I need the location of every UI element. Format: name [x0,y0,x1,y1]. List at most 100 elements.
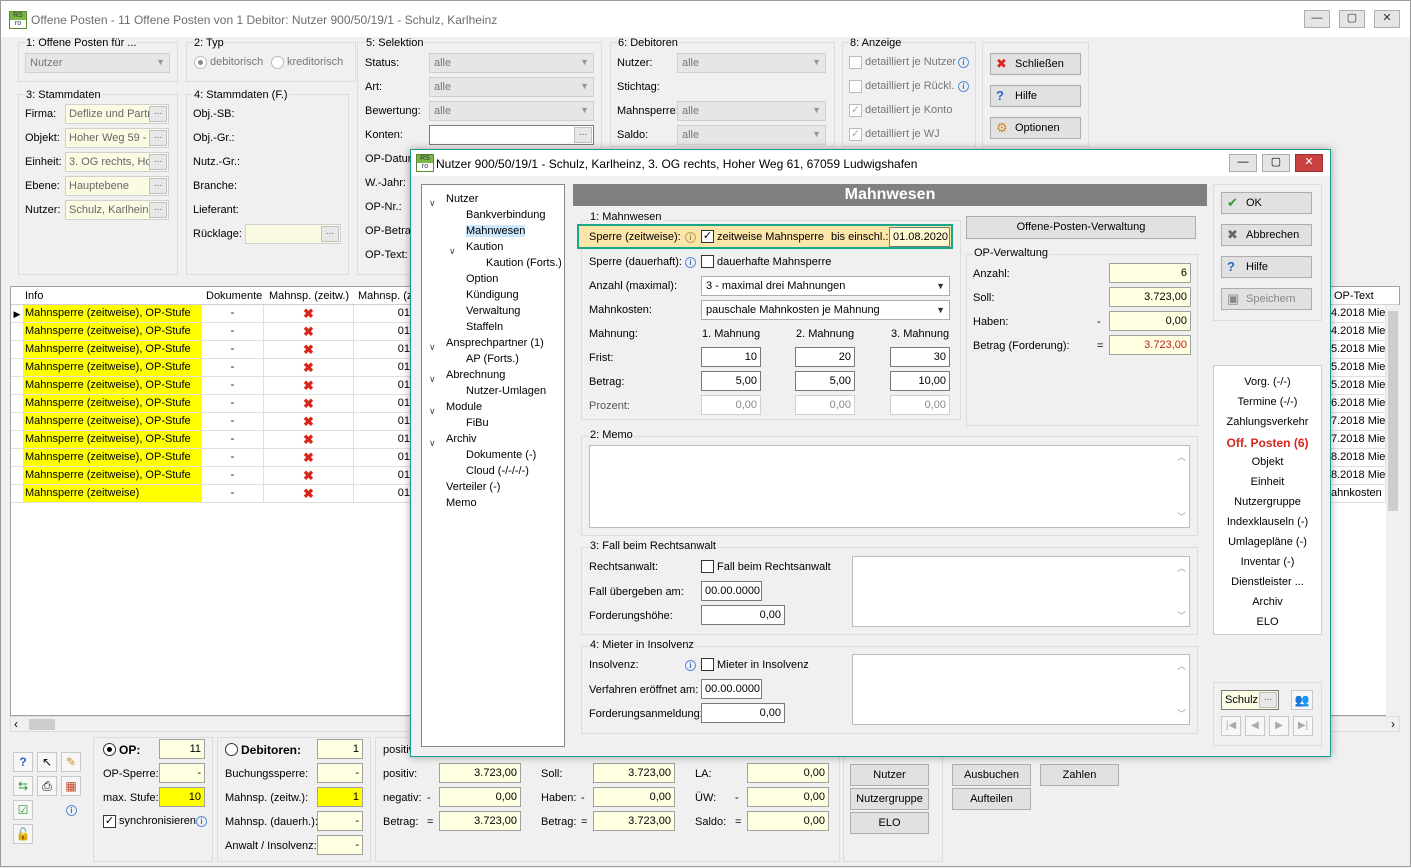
nav-link[interactable]: Archiv [1214,596,1321,608]
op-for-select[interactable]: Nutzer ▼ [25,53,170,73]
next-record-icon[interactable]: ▶ [1269,716,1289,736]
frist-1-input[interactable]: 10 [701,347,761,367]
prozent-3-input[interactable]: 0,00 [890,395,950,415]
chevron-down-icon[interactable]: ∨ [429,406,436,417]
optionen-button[interactable]: ⚙ Optionen [990,117,1081,139]
detail-wj-checkbox[interactable]: ✓ [849,128,862,141]
tree-item[interactable]: Verwaltung [466,305,520,317]
tree-item[interactable]: Kündigung [466,289,519,301]
nav-link[interactable]: Indexklauseln (-) [1214,516,1321,528]
nutzer-field[interactable]: Schulz, Karlheinz... [65,200,169,220]
tree-item[interactable]: Archiv [446,433,477,445]
frist-2-input[interactable]: 20 [795,347,855,367]
nav-link[interactable]: Objekt [1214,456,1321,468]
schliessen-button[interactable]: ✖ Schließen [990,53,1081,75]
chevron-down-icon[interactable]: ﹀ [1177,707,1186,720]
chevron-right-icon[interactable]: › [1391,717,1395,731]
tree-item[interactable]: Kaution (Forts.) [486,257,562,269]
insolvenz-checkbox[interactable] [701,658,714,671]
chevron-down-icon[interactable]: ﹀ [1177,609,1186,622]
sync-checkbox[interactable]: ✓ [103,815,116,828]
users-icon[interactable]: 👥 [1291,690,1313,710]
browse-button[interactable]: ... [574,127,592,143]
tree-item[interactable]: Nutzer [446,193,478,205]
dialog-hilfe-button[interactable]: ? Hilfe [1221,256,1312,278]
forderungsanmeldung-input[interactable]: 0,00 [701,703,785,723]
bewertung-select[interactable]: alle ▼ [429,101,594,121]
dauerhafte-mahnsperre-checkbox[interactable] [701,255,714,268]
browse-button[interactable]: ... [149,178,167,194]
nav-link[interactable]: Dienstleister ... [1214,576,1321,588]
dialog-close-button[interactable]: ✕ [1295,154,1323,172]
tree-item[interactable]: Abrechnung [446,369,505,381]
refresh-icon[interactable]: ⇆ [13,776,33,796]
zeitweise-mahnsperre-checkbox[interactable]: ✓ [701,230,714,243]
detail-nutzer-checkbox[interactable] [849,56,862,69]
lock-icon[interactable]: 🔓 [13,824,33,844]
hilfe-button[interactable]: ? Hilfe [990,85,1081,107]
tree-item[interactable]: FiBu [466,417,489,429]
scroll-thumb[interactable] [1388,311,1398,511]
chevron-up-icon[interactable]: ︿ [1177,561,1186,574]
dialog-minimize-button[interactable]: — [1229,154,1257,172]
dialog-maximize-button[interactable]: ▢ [1262,154,1290,172]
status-select[interactable]: alle ▼ [429,53,594,73]
cursor-icon[interactable]: ↖ [37,752,57,772]
konten-input[interactable]: ... [429,125,594,145]
col-mahnsp-zeitw[interactable]: Mahnsp. (zeitw.) [269,290,349,302]
close-window-button[interactable]: ✕ [1374,10,1400,28]
prozent-1-input[interactable]: 0,00 [701,395,761,415]
col-op-text[interactable]: OP-Text [1334,290,1374,302]
anzahl-maximal-select[interactable]: 3 - maximal drei Mahnungen ▼ [701,276,950,296]
tree-item[interactable]: Bankverbindung [466,209,546,221]
abbrechen-button[interactable]: ✖ Abbrechen [1221,224,1312,246]
objekt-field[interactable]: Hoher Weg 59 -... [65,128,169,148]
frist-3-input[interactable]: 30 [890,347,950,367]
row-selector[interactable]: ▶ [11,305,24,323]
nav-link[interactable]: Off. Posten (6) [1214,436,1321,450]
betrag-3-input[interactable]: 10,00 [890,371,950,391]
chevron-up-icon[interactable]: ︿ [1177,450,1186,463]
debitoren-radio[interactable] [225,743,238,756]
row-selector[interactable] [11,413,24,431]
help-icon[interactable]: ? [13,752,33,772]
row-selector[interactable] [11,467,24,485]
tree-item[interactable]: Cloud (-/-/-/-) [466,465,529,477]
detail-rueckl-checkbox[interactable] [849,80,862,93]
nutzergruppe-button[interactable]: Nutzergruppe [850,788,929,810]
art-select[interactable]: alle ▼ [429,77,594,97]
tree-item[interactable]: Ansprechpartner (1) [446,337,544,349]
tree-item[interactable]: Nutzer-Umlagen [466,385,546,397]
forderungshoehe-input[interactable]: 0,00 [701,605,785,625]
browse-button[interactable]: ... [149,106,167,122]
speichern-button[interactable]: ▣ Speichern [1221,288,1312,310]
op-verwaltung-button[interactable]: Offene-Posten-Verwaltung [966,216,1196,239]
browse-button[interactable]: ... [321,226,339,242]
check-icon[interactable]: ☑ [13,800,33,820]
zahlen-button[interactable]: Zahlen [1040,764,1119,786]
nav-link[interactable]: Umlagepläne (-) [1214,536,1321,548]
rechtsanwalt-notes[interactable]: ︿ ﹀ [852,556,1190,627]
tree-item[interactable]: Verteiler (-) [446,481,500,493]
tree-item[interactable]: Dokumente (-) [466,449,536,461]
row-selector[interactable] [11,377,24,395]
chevron-down-icon[interactable]: ∨ [429,342,436,353]
debitorisch-radio[interactable] [194,56,207,69]
row-selector[interactable] [11,449,24,467]
detail-konto-checkbox[interactable]: ✓ [849,104,862,117]
grid-icon[interactable]: ▦ [61,776,81,796]
aufteilen-button[interactable]: Aufteilen [952,788,1031,810]
nav-link[interactable]: Einheit [1214,476,1321,488]
tree-item[interactable]: Memo [446,497,477,509]
chevron-left-icon[interactable]: ‹ [14,717,18,731]
ebene-field[interactable]: Hauptebene... [65,176,169,196]
bis-datum-input[interactable]: 01.08.2020 [889,227,950,247]
chevron-up-icon[interactable]: ︿ [1177,659,1186,672]
col-dokumente[interactable]: Dokumente [206,290,262,302]
last-record-icon[interactable]: ▶| [1293,716,1313,736]
mahnkosten-select[interactable]: pauschale Mahnkosten je Mahnung ▼ [701,300,950,320]
mahnsperre-select[interactable]: alle ▼ [677,101,826,121]
op-radio[interactable] [103,743,116,756]
nav-link[interactable]: ELO [1214,616,1321,628]
row-selector[interactable] [11,485,24,503]
